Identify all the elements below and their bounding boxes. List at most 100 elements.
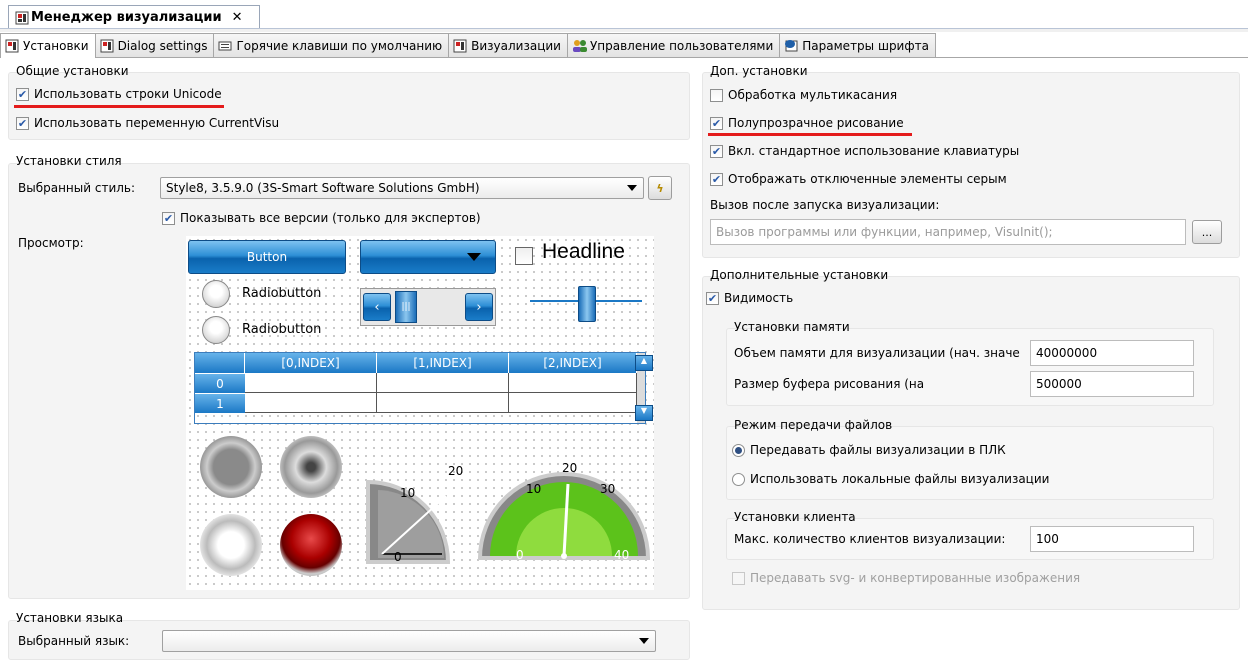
max-clients-label: Макс. количество клиентов визуализации: [734, 532, 1006, 546]
gauge-label: 40 [614, 548, 630, 562]
tab-hotkeys[interactable]: Горячие клавиши по умолчанию [213, 33, 450, 57]
preview-combobox [360, 240, 496, 274]
preview-radio [202, 280, 230, 308]
preview-headline: Headline [542, 240, 625, 263]
preview-slider-thumb [578, 286, 596, 322]
style-select[interactable]: Style8, 3.5.9.0 (3S-Smart Software Solut… [160, 177, 644, 199]
grayed-label: Отображать отключенные элементы серым [728, 172, 1007, 186]
gauge-label: 0 [394, 550, 402, 564]
preview-button: Button [188, 240, 346, 274]
chevron-right-icon: › [465, 293, 493, 321]
tab-settings[interactable]: Установки [0, 33, 96, 58]
visu-icon [453, 39, 467, 53]
memory-size-label: Объем памяти для визуализации (нач. знач… [734, 346, 1020, 360]
checkbox-empty [710, 88, 723, 102]
memory-size-input[interactable]: 40000000 [1030, 340, 1194, 366]
chevron-up-icon: ▲ [635, 355, 653, 371]
gauge-label: 30 [600, 482, 616, 496]
semitransparent-checkbox[interactable]: ✔ Полупрозрачное рисование [710, 116, 904, 130]
gauge-label: 10 [526, 482, 542, 496]
style-settings-title: Установки стиля [16, 154, 122, 168]
tab-label: Dialog settings [117, 38, 208, 53]
browse-button[interactable]: ... [1192, 220, 1222, 244]
visibility-checkbox[interactable]: ✔ Видимость [706, 291, 793, 305]
font-icon [784, 39, 798, 53]
table-corner [195, 353, 245, 373]
extra-settings-title: Доп. установки [710, 64, 808, 78]
show-all-versions-label: Показывать все версии (только для экспер… [180, 211, 481, 225]
table-row-header: 1 [195, 393, 245, 413]
highlight-underline [708, 133, 912, 136]
keyboard-icon [218, 39, 232, 53]
gauge-label: 20 [448, 464, 464, 478]
preview-radio-label: Radiobutton [242, 286, 322, 301]
visu-manager-icon [15, 11, 29, 25]
tab-font-params[interactable]: Параметры шрифта [779, 33, 936, 57]
language-settings-title: Установки языка [16, 611, 124, 625]
tab-dialog-settings[interactable]: Dialog settings [94, 33, 215, 57]
table-header: [2,INDEX] [509, 353, 637, 373]
table-header: [1,INDEX] [377, 353, 509, 373]
keyboard-checkbox[interactable]: ✔ Вкл. стандартное использование клавиату… [710, 144, 1019, 158]
table-row-header: 0 [195, 373, 245, 393]
max-clients-input[interactable]: 100 [1030, 526, 1194, 552]
selected-language-label: Выбранный язык: [18, 634, 130, 648]
gauge-label: 0 [516, 548, 524, 562]
use-local-files-label: Использовать локальные файлы визуализаци… [750, 472, 1050, 486]
tab-label: Визуализации [471, 38, 561, 53]
draw-buffer-input[interactable]: 500000 [1030, 371, 1194, 397]
checkmark-icon: ✔ [16, 116, 29, 130]
grayed-checkbox[interactable]: ✔ Отображать отключенные элементы серым [710, 172, 1007, 186]
tab-label: Горячие клавиши по умолчанию [236, 38, 443, 53]
multitouch-checkbox[interactable]: Обработка мультикасания [710, 88, 897, 102]
tab-user-management[interactable]: Управление пользователями [566, 33, 781, 57]
call-after-label: Вызов после запуска визуализации: [710, 198, 940, 212]
selected-style-label: Выбранный стиль: [18, 181, 136, 195]
table-cell [509, 393, 637, 413]
transfer-to-plc-radio[interactable]: Передавать файлы визуализации в ПЛК [732, 443, 1006, 457]
checkbox-disabled [732, 571, 745, 585]
preview-radio [202, 316, 230, 344]
lightning-icon: ϟ [656, 181, 664, 195]
window-tab[interactable]: Менеджер визуализации ✕ [8, 5, 260, 29]
general-settings-title: Общие установки [16, 64, 129, 78]
radio-unselected [732, 472, 745, 486]
style-preview: Button Headline Radiobutton Radiobutton … [186, 236, 654, 590]
chevron-down-icon: ▼ [635, 405, 653, 421]
table-cell [377, 393, 509, 413]
tab-visualizations[interactable]: Визуализации [448, 33, 568, 57]
style-refresh-button[interactable]: ϟ [648, 176, 672, 200]
file-transfer-group [726, 426, 1214, 500]
visu-icon [100, 39, 114, 53]
language-select[interactable] [162, 630, 656, 652]
multitouch-label: Обработка мультикасания [728, 88, 898, 102]
preview-rotary-switch [200, 514, 262, 576]
memory-settings-title: Установки памяти [734, 320, 850, 334]
users-icon [572, 39, 587, 53]
unicode-label: Использовать строки Unicode [34, 87, 222, 101]
preview-checkbox [515, 247, 533, 265]
checkmark-icon: ✔ [710, 172, 723, 186]
file-transfer-title: Режим передачи файлов [734, 418, 893, 432]
unicode-checkbox[interactable]: ✔ Использовать строки Unicode [16, 87, 222, 101]
chevron-down-icon [627, 185, 637, 191]
show-all-versions-checkbox[interactable]: ✔ Показывать все версии (только для экспе… [162, 211, 481, 225]
chevron-down-icon [639, 638, 649, 644]
svg-transfer-label: Передавать svg- и конвертированные изобр… [750, 571, 1081, 585]
close-icon[interactable]: ✕ [232, 10, 243, 25]
gauge-label: 10 [400, 486, 416, 500]
table-cell [245, 393, 377, 413]
checkmark-icon: ✔ [162, 211, 175, 225]
call-after-input[interactable]: Вызов программы или функции, например, V… [710, 219, 1186, 245]
settings-tabs: Установки Dialog settings Горячие клавиш… [0, 33, 936, 58]
use-local-files-radio[interactable]: Использовать локальные файлы визуализаци… [732, 472, 1049, 486]
preview-label: Просмотр: [18, 236, 84, 250]
additional-settings-title: Дополнительные установки [710, 268, 889, 282]
checkmark-icon: ✔ [16, 87, 29, 101]
svg-transfer-checkbox[interactable]: Передавать svg- и конвертированные изобр… [732, 571, 1080, 585]
current-visu-checkbox[interactable]: ✔ Использовать переменную CurrentVisu [16, 116, 279, 130]
window-tab-title: Менеджер визуализации [31, 10, 222, 25]
checkmark-icon: ✔ [706, 291, 719, 305]
table-cell [509, 373, 637, 393]
draw-buffer-label: Размер буфера рисования (на [734, 377, 925, 391]
